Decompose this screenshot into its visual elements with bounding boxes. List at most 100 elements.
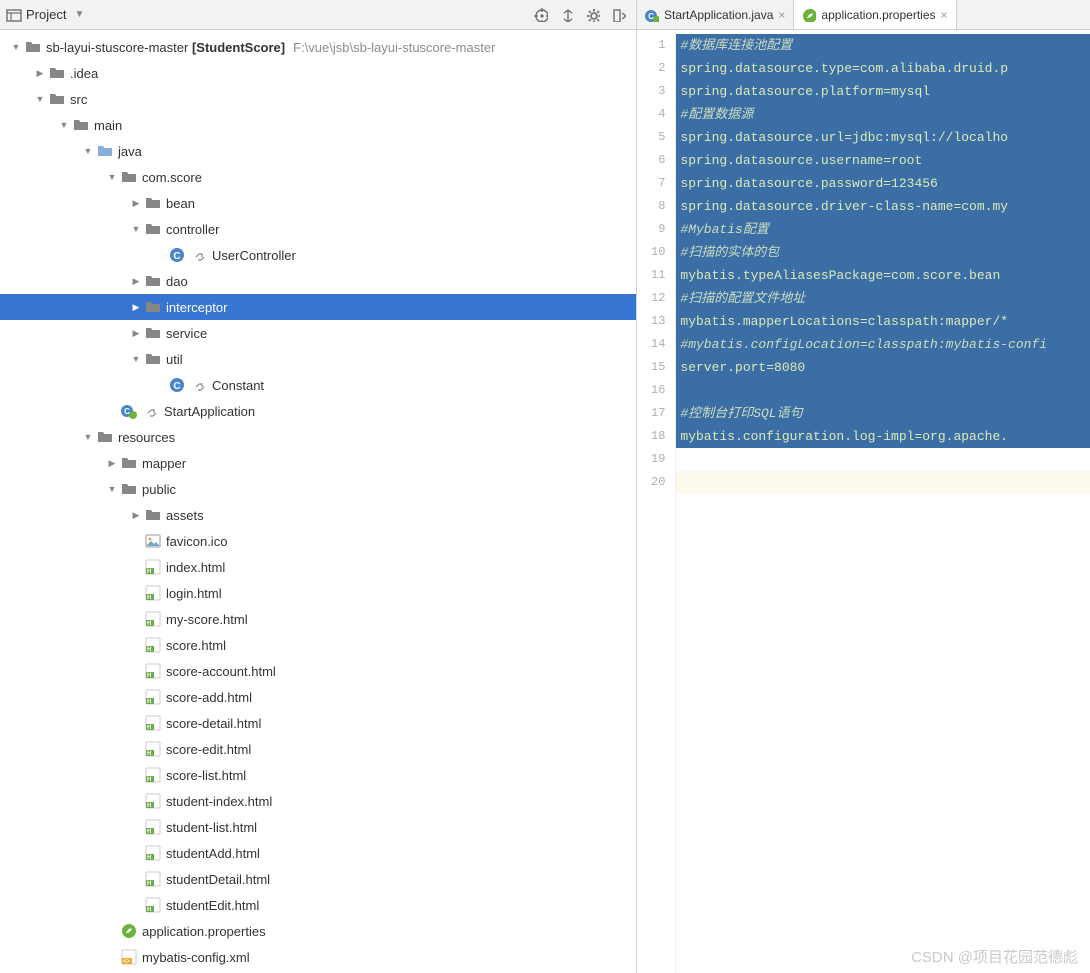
file-score[interactable]: ▶score.html	[0, 632, 636, 658]
hide-panel-button[interactable]	[608, 4, 630, 26]
folder-grey-icon	[144, 273, 162, 289]
file-favicon[interactable]: ▶favicon.ico	[0, 528, 636, 554]
code-line[interactable]	[676, 448, 1090, 471]
file-index[interactable]: ▶index.html	[0, 554, 636, 580]
package-interceptor[interactable]: ▶interceptor	[0, 294, 636, 320]
file-score-detail[interactable]: ▶score-detail.html	[0, 710, 636, 736]
folder-main[interactable]: ▼main	[0, 112, 636, 138]
file-student-list[interactable]: ▶student-list.html	[0, 814, 636, 840]
code-line[interactable]: spring.datasource.password=123456	[676, 172, 1090, 195]
expand-arrow-icon[interactable]: ▶	[104, 458, 120, 469]
project-panel-title[interactable]: Project	[26, 7, 66, 22]
folder-java[interactable]: ▼java	[0, 138, 636, 164]
code-line[interactable]: spring.datasource.url=jdbc:mysql://local…	[676, 126, 1090, 149]
file-studentedit[interactable]: ▶studentEdit.html	[0, 892, 636, 918]
code-line[interactable]: #控制台打印SQL语句	[676, 402, 1090, 425]
file-login[interactable]: ▶login.html	[0, 580, 636, 606]
file-score-edit[interactable]: ▶score-edit.html	[0, 736, 636, 762]
package-com-score[interactable]: ▼com.score	[0, 164, 636, 190]
tree-item-label: login.html	[166, 586, 222, 601]
folder-src[interactable]: ▼ src	[0, 86, 636, 112]
class-constant[interactable]: ▶Constant	[0, 372, 636, 398]
expand-arrow-icon[interactable]: ▼	[128, 224, 144, 234]
tab-application-properties[interactable]: application.properties×	[794, 0, 956, 29]
html-icon	[144, 767, 162, 783]
code-content[interactable]: #数据库连接池配置spring.datasource.type=com.alib…	[676, 30, 1090, 973]
project-tree[interactable]: ▼sb-layui-stuscore-master [StudentScore]…	[0, 30, 636, 973]
tree-item-label: src	[70, 92, 87, 107]
folder-mapper[interactable]: ▶mapper	[0, 450, 636, 476]
package-util[interactable]: ▼util	[0, 346, 636, 372]
code-line[interactable]: #扫描的配置文件地址	[676, 287, 1090, 310]
expand-arrow-icon[interactable]: ▼	[128, 354, 144, 364]
line-number: 7	[651, 172, 665, 195]
settings-button[interactable]	[582, 4, 604, 26]
expand-arrow-icon[interactable]: ▶	[32, 68, 48, 79]
html-icon	[144, 819, 162, 835]
expand-arrow-icon[interactable]: ▶	[128, 328, 144, 339]
code-line[interactable]: spring.datasource.driver-class-name=com.…	[676, 195, 1090, 218]
class-startapplication[interactable]: ▶StartApplication	[0, 398, 636, 424]
code-line[interactable]: mybatis.configuration.log-impl=org.apach…	[676, 425, 1090, 448]
package-bean[interactable]: ▶bean	[0, 190, 636, 216]
file-mybatis-config[interactable]: ▶mybatis-config.xml	[0, 944, 636, 970]
class-icon	[168, 377, 186, 393]
package-controller[interactable]: ▼controller	[0, 216, 636, 242]
line-number: 14	[651, 333, 665, 356]
file-my-score[interactable]: ▶my-score.html	[0, 606, 636, 632]
code-line[interactable]: #mybatis.configLocation=classpath:mybati…	[676, 333, 1090, 356]
code-line[interactable]: #配置数据源	[676, 103, 1090, 126]
file-studentdetail[interactable]: ▶studentDetail.html	[0, 866, 636, 892]
code-line[interactable]: spring.datasource.platform=mysql	[676, 80, 1090, 103]
folder-assets[interactable]: ▶assets	[0, 502, 636, 528]
class-usercontroller[interactable]: ▶UserController	[0, 242, 636, 268]
code-line[interactable]: #数据库连接池配置	[676, 34, 1090, 57]
file-score-add[interactable]: ▶score-add.html	[0, 684, 636, 710]
folder-open-icon	[96, 143, 114, 159]
expand-arrow-icon[interactable]: ▼	[80, 146, 96, 156]
code-line[interactable]	[676, 379, 1090, 402]
expand-arrow-icon[interactable]: ▼	[80, 432, 96, 442]
tab-startapplication[interactable]: StartApplication.java×	[637, 0, 794, 29]
code-line[interactable]: #扫描的实体的包	[676, 241, 1090, 264]
close-tab-icon[interactable]: ×	[941, 8, 948, 22]
folder-idea[interactable]: ▶.idea	[0, 60, 636, 86]
code-line[interactable]: spring.datasource.username=root	[676, 149, 1090, 172]
file-studentadd[interactable]: ▶studentAdd.html	[0, 840, 636, 866]
expand-arrow-icon[interactable]: ▼	[104, 172, 120, 182]
expand-arrow-icon[interactable]: ▼	[32, 94, 48, 104]
collapse-all-button[interactable]	[556, 4, 578, 26]
line-number: 12	[651, 287, 665, 310]
code-line[interactable]: #Mybatis配置	[676, 218, 1090, 241]
code-editor[interactable]: 1234567891011121314151617181920 #数据库连接池配…	[637, 30, 1090, 973]
package-service[interactable]: ▶service	[0, 320, 636, 346]
code-line[interactable]	[676, 471, 1090, 494]
close-tab-icon[interactable]: ×	[778, 8, 785, 22]
file-score-list[interactable]: ▶score-list.html	[0, 762, 636, 788]
code-line[interactable]: server.port=8080	[676, 356, 1090, 379]
scroll-from-source-button[interactable]	[530, 4, 552, 26]
code-line[interactable]: mybatis.typeAliasesPackage=com.score.bea…	[676, 264, 1090, 287]
project-dropdown-icon[interactable]: ▼	[74, 9, 84, 20]
expand-arrow-icon[interactable]: ▶	[128, 302, 144, 313]
tree-item-label: score.html	[166, 638, 226, 653]
file-score-account[interactable]: ▶score-account.html	[0, 658, 636, 684]
code-line[interactable]: spring.datasource.type=com.alibaba.druid…	[676, 57, 1090, 80]
file-student-index[interactable]: ▶student-index.html	[0, 788, 636, 814]
folder-resources[interactable]: ▼resources	[0, 424, 636, 450]
expand-arrow-icon[interactable]: ▼	[8, 42, 24, 52]
code-line[interactable]: mybatis.mapperLocations=classpath:mapper…	[676, 310, 1090, 333]
expand-arrow-icon[interactable]: ▶	[128, 276, 144, 287]
line-number: 8	[651, 195, 665, 218]
package-dao[interactable]: ▶dao	[0, 268, 636, 294]
tree-item-label: studentAdd.html	[166, 846, 260, 861]
project-root[interactable]: ▼sb-layui-stuscore-master [StudentScore]…	[0, 34, 636, 60]
class-icon	[168, 247, 186, 263]
folder-public[interactable]: ▼public	[0, 476, 636, 502]
xml-icon	[120, 949, 138, 965]
expand-arrow-icon[interactable]: ▼	[104, 484, 120, 494]
expand-arrow-icon[interactable]: ▶	[128, 198, 144, 209]
file-application-properties[interactable]: ▶application.properties	[0, 918, 636, 944]
expand-arrow-icon[interactable]: ▼	[56, 120, 72, 130]
expand-arrow-icon[interactable]: ▶	[128, 510, 144, 521]
